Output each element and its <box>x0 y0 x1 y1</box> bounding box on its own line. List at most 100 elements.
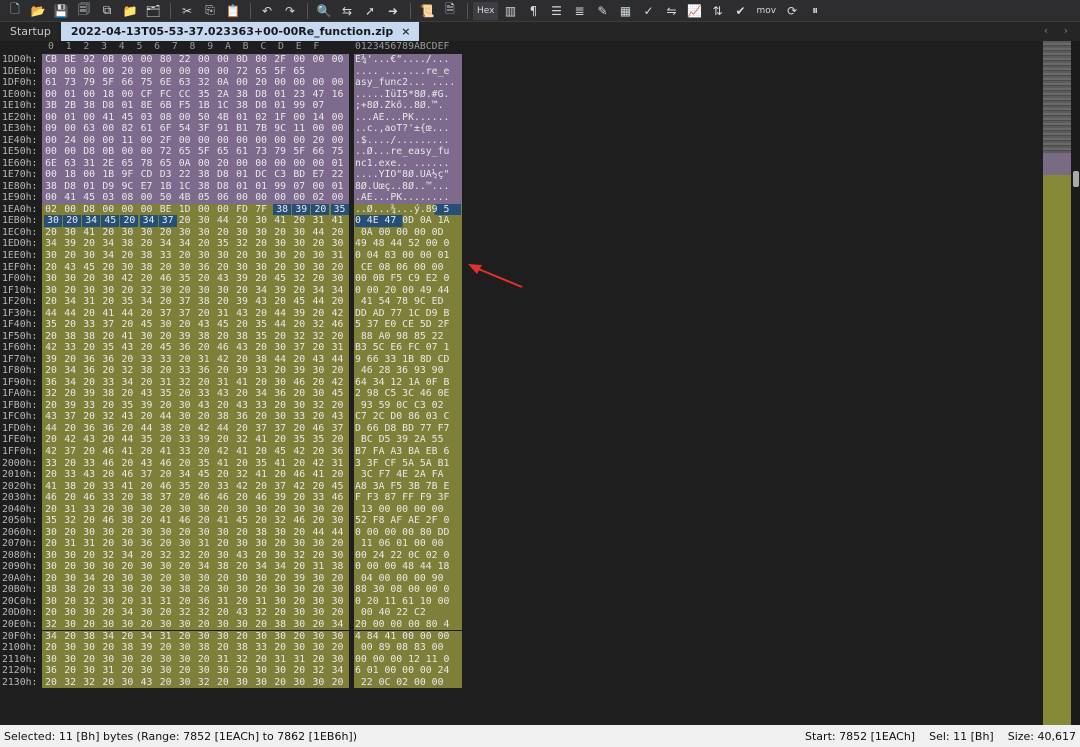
hex-byte[interactable]: 37 <box>63 411 77 423</box>
hex-byte[interactable]: 99 <box>273 181 287 193</box>
hex-byte[interactable]: 20 <box>311 377 325 389</box>
hex-byte[interactable]: 32 <box>197 677 211 689</box>
hex-byte[interactable]: 00 <box>178 66 192 78</box>
hex-byte[interactable]: 30 <box>63 273 77 285</box>
hex-byte[interactable]: 20 <box>178 665 192 677</box>
hex-byte[interactable]: 31 <box>311 215 325 227</box>
hex-byte[interactable]: 08 <box>159 112 173 124</box>
hex-byte[interactable]: 65 <box>216 146 230 158</box>
hex-byte[interactable]: 31 <box>159 377 173 389</box>
hex-byte[interactable]: 33 <box>311 492 325 504</box>
hex-byte[interactable]: 42 <box>292 481 306 493</box>
hex-byte[interactable]: 20 <box>254 446 268 458</box>
hex-byte[interactable]: 20 <box>216 331 230 343</box>
hex-byte[interactable]: 46 <box>311 423 325 435</box>
hex-byte[interactable]: 20 <box>44 400 58 412</box>
hex-byte[interactable]: 31 <box>254 596 268 608</box>
hex-byte[interactable]: 00 <box>44 89 58 101</box>
ascii-text[interactable]: 0 4E 47 0D 0A 1A <box>355 215 461 227</box>
hex-byte[interactable]: 34 <box>101 238 115 250</box>
ascii-text[interactable]: 0 00 20 00 49 44 <box>355 285 461 297</box>
hex-byte[interactable]: 00 <box>254 135 268 147</box>
edit-icon[interactable]: ✎ <box>591 2 613 20</box>
hex-byte[interactable]: 20 <box>292 423 306 435</box>
hex-byte[interactable]: 30 <box>120 538 134 550</box>
hex-byte[interactable]: D8 <box>216 181 230 193</box>
hex-byte[interactable]: 38 <box>197 331 211 343</box>
hex-byte[interactable]: 30 <box>292 677 306 689</box>
hex-byte[interactable]: 18 <box>63 169 77 181</box>
redo-icon[interactable]: ↷ <box>279 2 301 20</box>
hex-byte[interactable]: 30 <box>197 285 211 297</box>
hex-byte[interactable]: 5F <box>101 77 115 89</box>
hex-byte[interactable]: 30 <box>292 642 306 654</box>
hex-byte[interactable]: 5F <box>292 146 306 158</box>
hex-byte[interactable]: 20 <box>120 492 134 504</box>
hex-byte[interactable]: 36 <box>101 423 115 435</box>
multi-folder-icon[interactable]: 🗂 <box>142 2 164 20</box>
hex-byte[interactable]: 00 <box>254 54 268 66</box>
hex-byte[interactable]: 30 <box>140 573 154 585</box>
ascii-text[interactable]: 11 06 01 00 00 <box>355 538 461 550</box>
hex-byte[interactable]: 39 <box>235 365 249 377</box>
hex-byte[interactable]: 20 <box>197 654 211 666</box>
hex-byte[interactable]: 38 <box>235 100 249 112</box>
hex-byte[interactable]: 72 <box>159 146 173 158</box>
hex-byte[interactable]: 43 <box>235 607 249 619</box>
hex-byte[interactable]: 20 <box>254 377 268 389</box>
hex-byte[interactable]: 20 <box>273 677 287 689</box>
hex-byte[interactable]: 00 <box>292 158 306 170</box>
hex-byte[interactable]: 39 <box>140 400 154 412</box>
hex-byte[interactable]: 00 <box>254 158 268 170</box>
hex-byte[interactable]: 20 <box>197 584 211 596</box>
hex-byte[interactable]: 20 <box>216 469 230 481</box>
hex-byte[interactable]: 43 <box>197 400 211 412</box>
hex-byte[interactable]: 20 <box>44 331 58 343</box>
hex-byte[interactable]: 20 <box>254 308 268 320</box>
hex-byte[interactable]: 38 <box>197 296 211 308</box>
hex-byte[interactable]: 65 <box>254 66 268 78</box>
toggle-icon[interactable]: ⏸ <box>804 2 826 20</box>
ascii-text[interactable]: 13 00 00 00 00 <box>355 504 461 516</box>
hex-byte[interactable]: 00 <box>159 66 173 78</box>
hex-byte[interactable]: 37 <box>158 215 177 227</box>
ascii-text[interactable]: 22 0C 02 00 00 <box>355 677 461 689</box>
hex-byte[interactable]: 34 <box>140 631 154 643</box>
hex-byte[interactable]: 31 <box>292 654 306 666</box>
hex-byte[interactable]: 30 <box>254 215 268 227</box>
hex-byte[interactable]: 30 <box>120 227 134 239</box>
copy-icon[interactable]: ⎘ <box>199 2 221 20</box>
hex-byte[interactable]: 33 <box>254 642 268 654</box>
hex-byte[interactable]: 32 <box>159 550 173 562</box>
hex-byte[interactable]: 20 <box>273 573 287 585</box>
hex-byte[interactable]: 37 <box>159 308 173 320</box>
hex-byte[interactable]: 34 <box>44 238 58 250</box>
hex-byte[interactable]: 38 <box>63 331 77 343</box>
hex-byte[interactable]: 20 <box>82 446 96 458</box>
hex-byte[interactable]: 50 <box>197 112 211 124</box>
hex-byte[interactable]: 32 <box>44 388 58 400</box>
ascii-text[interactable]: F F3 87 FF F9 3F <box>355 492 461 504</box>
hex-byte[interactable]: 9C <box>120 181 134 193</box>
hex-byte[interactable]: 36 <box>197 596 211 608</box>
hex-byte[interactable]: 20 <box>311 550 325 562</box>
hex-byte[interactable]: 30 <box>273 411 287 423</box>
hex-byte[interactable]: 32 <box>178 377 192 389</box>
hex-byte[interactable]: 39 <box>235 273 249 285</box>
hex-byte[interactable]: 30 <box>216 665 230 677</box>
hex-byte[interactable]: 22 <box>178 54 192 66</box>
hex-byte[interactable]: 00 <box>235 77 249 89</box>
hex-byte[interactable]: 43 <box>235 308 249 320</box>
hex-byte[interactable]: FD <box>235 204 249 216</box>
hex-byte[interactable]: 20 <box>120 215 139 227</box>
hex-byte[interactable]: 39 <box>178 331 192 343</box>
hex-byte[interactable]: 20 <box>82 515 96 527</box>
hex-byte[interactable]: 7F <box>254 204 268 216</box>
hex-byte[interactable]: 00 <box>292 77 306 89</box>
hex-byte[interactable]: 20 <box>311 446 325 458</box>
hex-byte[interactable]: 20 <box>159 262 173 274</box>
ascii-text[interactable]: 0 04 83 00 00 01 <box>355 250 461 262</box>
hex-byte[interactable]: 00 <box>120 89 134 101</box>
align-icon[interactable]: ≣ <box>568 2 590 20</box>
hex-byte[interactable]: 36 <box>331 446 345 458</box>
